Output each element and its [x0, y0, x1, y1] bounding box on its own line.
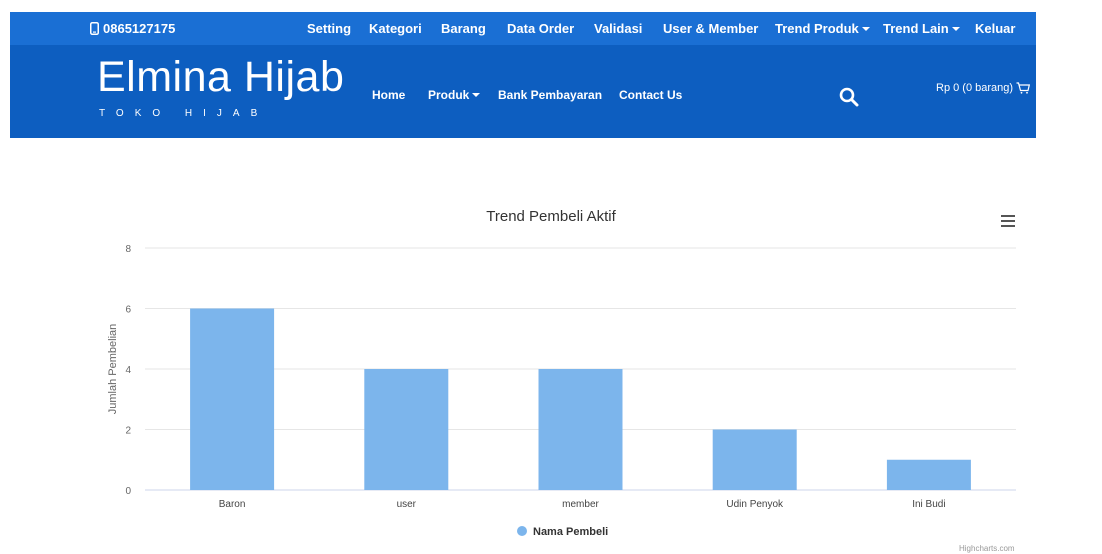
y-axis-title: Jumlah Pembelian	[107, 324, 119, 415]
x-tick-label: user	[397, 499, 417, 510]
y-tick-label: 8	[125, 244, 131, 255]
legend-marker	[517, 526, 527, 536]
x-tick-label: Udin Penyok	[726, 499, 784, 510]
x-tick-label: Ini Budi	[912, 499, 945, 510]
y-tick-label: 4	[125, 365, 131, 376]
legend-item[interactable]: Nama Pembeli	[517, 526, 608, 538]
y-tick-label: 0	[125, 486, 131, 497]
y-tick-label: 6	[125, 305, 131, 316]
bar-chart: 0 2 4 6 8 Jumlah Pembelian Baron user member Udin…	[107, 244, 1016, 510]
x-tick-label: Baron	[219, 499, 246, 510]
bar	[190, 308, 275, 490]
bar	[364, 369, 449, 490]
x-tick-label: member	[562, 499, 599, 510]
bar	[886, 459, 971, 490]
y-tick-label: 2	[125, 426, 131, 437]
chart-credit[interactable]: Highcharts.com	[959, 544, 1015, 553]
bar	[538, 369, 623, 490]
legend-label: Nama Pembeli	[533, 526, 609, 538]
bar	[712, 429, 797, 490]
